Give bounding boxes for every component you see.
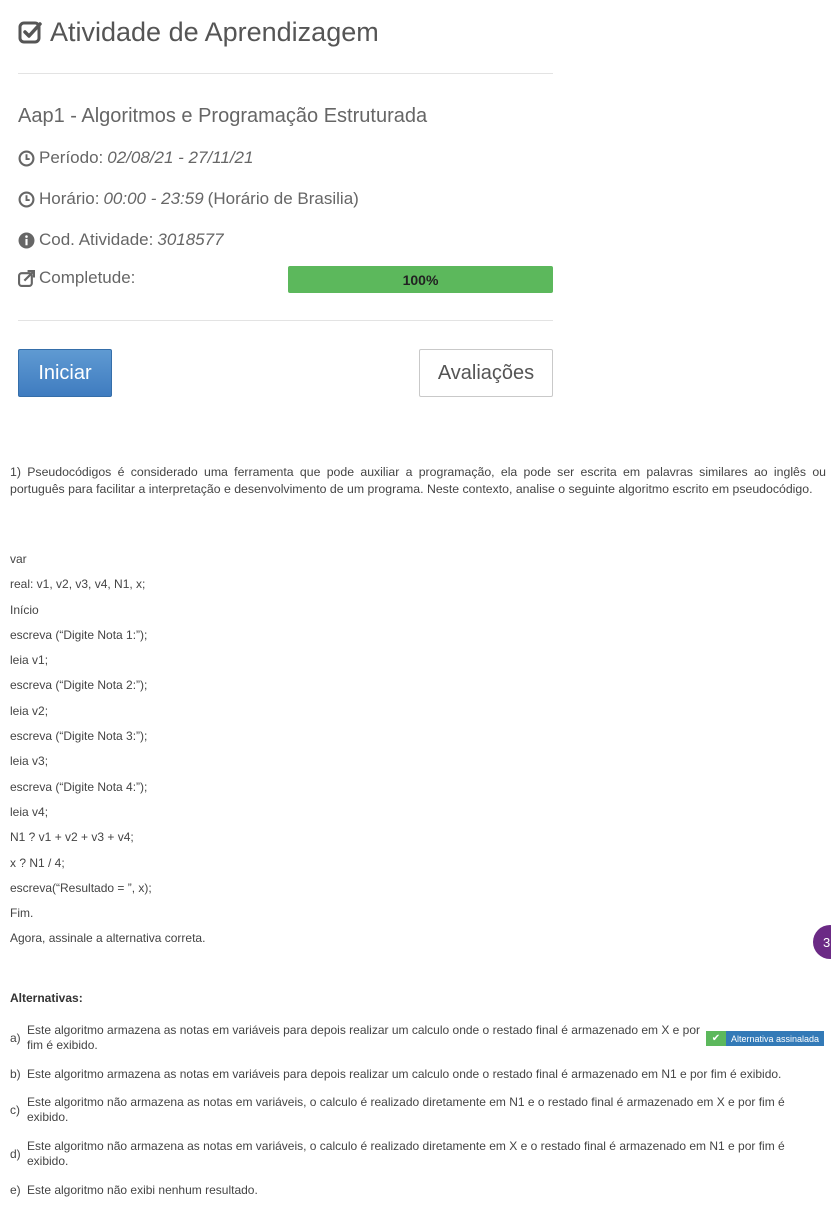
alternative-text: Este algoritmo não armazena as notas em …: [27, 1139, 785, 1168]
alternative-text: Este algoritmo não exibi nenhum resultad…: [27, 1183, 258, 1197]
code-line: var: [10, 552, 27, 566]
completeness-value: 100%: [402, 271, 439, 288]
code-line: x ? N1 / 4;: [10, 855, 65, 870]
code-line: leia v3;: [10, 754, 49, 769]
alternative-text: Este algoritmo não armazena as notas em …: [27, 1095, 785, 1124]
alternative-e[interactable]: e) Este algoritmo não exibi nenhum resul…: [10, 1183, 826, 1198]
external-link-icon: [18, 269, 35, 287]
alternative-letter: c): [10, 1103, 20, 1117]
time-row: Horário: 00:00 - 23:59 (Horário de Brasi…: [18, 189, 359, 209]
page-title: Atividade de Aprendizagem: [18, 14, 553, 50]
pseudocode-block: var real: v1, v2, v3, v4, N1, x; Início esc…: [10, 552, 205, 957]
divider: [18, 320, 553, 321]
selected-badge-label: Alternativa assinalada: [726, 1031, 825, 1046]
alternative-letter: a): [10, 1031, 21, 1045]
selected-badge: ✔ Alternativa assinalada: [706, 1031, 825, 1046]
question-text: 1) Pseudocódigos é considerado uma ferra…: [10, 465, 826, 496]
code-line: escreva (“Digite Nota 4:”);: [10, 779, 148, 794]
clock-icon: [18, 150, 35, 166]
time-value: 00:00 - 23:59: [103, 189, 204, 208]
code-line: escreva (“Digite Nota 1:”);: [10, 627, 148, 642]
alternative-letter: e): [10, 1183, 21, 1197]
divider: [18, 73, 553, 74]
code-value: 3018577: [157, 230, 224, 249]
alternative-text: Este algoritmo armazena as notas em vari…: [27, 1023, 701, 1052]
info-icon: [18, 232, 35, 248]
alternatives-title: Alternativas:: [10, 991, 83, 1005]
code-line: Fim.: [10, 906, 34, 921]
completeness-progress-bar: 100%: [288, 266, 553, 293]
clock-icon: [18, 191, 35, 207]
evaluations-button[interactable]: Avaliações: [419, 349, 553, 397]
activity-name: Aap1 - Algoritmos e Programação Estrutur…: [18, 105, 428, 127]
alternative-b[interactable]: b) Este algoritmo armazena as notas em v…: [10, 1067, 826, 1082]
alternative-d[interactable]: d) Este algoritmo não armazena as notas …: [10, 1139, 826, 1169]
page-title-text: Atividade de Aprendizagem: [50, 16, 379, 47]
completeness-row: Completude:: [18, 268, 135, 288]
code-line: escreva(“Resultado = ”, x);: [10, 880, 152, 895]
check-icon: ✔: [706, 1031, 726, 1046]
time-label: Horário:: [39, 189, 100, 208]
code-row: Cod. Atividade: 3018577: [18, 230, 224, 250]
time-suffix: (Horário de Brasilia): [207, 189, 359, 208]
period-label: Período:: [39, 148, 104, 167]
period-value: 02/08/21 - 27/11/21: [107, 148, 254, 167]
code-line: leia v2;: [10, 703, 49, 718]
code-label: Cod. Atividade:: [39, 230, 154, 249]
code-line: N1 ? v1 + v2 + v3 + v4;: [10, 830, 134, 845]
floating-action-button[interactable]: 3: [813, 925, 831, 959]
completeness-label: Completude:: [39, 268, 136, 287]
page-header: Atividade de Aprendizagem: [18, 14, 553, 50]
checkbox-checked-icon: [18, 21, 42, 44]
alternative-letter: b): [10, 1067, 21, 1081]
code-line: Início: [10, 602, 39, 617]
code-line: leia v4;: [10, 804, 49, 819]
code-line: leia v1;: [10, 653, 49, 668]
code-line: Agora, assinale a alternativa correta.: [10, 931, 206, 946]
alternative-a[interactable]: a) Este algoritmo armazena as notas em v…: [10, 1023, 710, 1053]
period-row: Período: 02/08/21 - 27/11/21: [18, 148, 253, 168]
code-line: real: v1, v2, v3, v4, N1, x;: [10, 577, 146, 592]
start-button[interactable]: Iniciar: [18, 349, 112, 397]
code-line: escreva (“Digite Nota 3:”);: [10, 729, 148, 744]
alternative-letter: d): [10, 1147, 21, 1161]
code-line: escreva (“Digite Nota 2:”);: [10, 678, 148, 693]
alternative-c[interactable]: c) Este algoritmo não armazena as notas …: [10, 1095, 826, 1125]
alternative-text: Este algoritmo armazena as notas em vari…: [27, 1067, 782, 1081]
